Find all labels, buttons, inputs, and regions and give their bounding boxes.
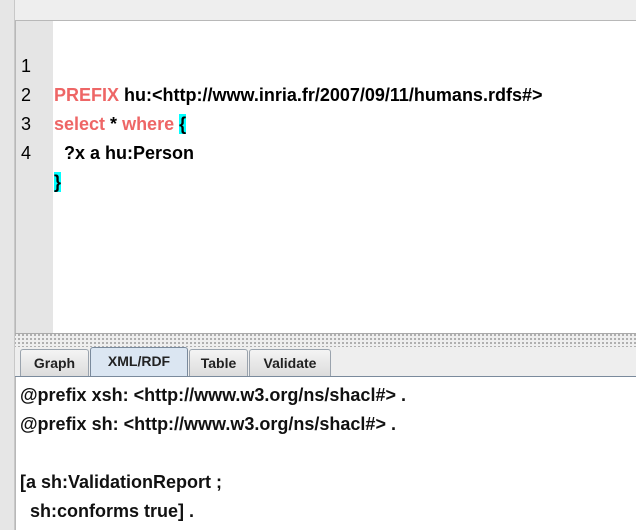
result-output[interactable]: @prefix xsh: <http://www.w3.org/ns/shacl… <box>15 377 636 530</box>
editor-line-1: 1 PREFIX hu:<http://www.inria.fr/2007/09… <box>16 23 542 105</box>
tab-xml-rdf[interactable]: XML/RDF <box>90 347 188 377</box>
tab-graph[interactable]: Graph <box>20 349 89 376</box>
editor-line-3: 3 ?x a hu:Person <box>16 81 194 163</box>
output-line: @prefix xsh: <http://www.w3.org/ns/shacl… <box>20 385 406 405</box>
output-line: sh:conforms true] . <box>20 501 195 521</box>
triple-pattern: ?x a hu:Person <box>54 143 195 163</box>
close-brace-highlight: } <box>54 172 62 192</box>
keyword-select: select <box>54 114 106 134</box>
prefix-declaration: hu:<http://www.inria.fr/2007/09/11/human… <box>119 85 543 105</box>
output-line: [a sh:ValidationReport ; <box>20 472 223 492</box>
result-tabs: Graph XML/RDF Table Validate <box>15 347 636 377</box>
tab-validate[interactable]: Validate <box>249 349 331 376</box>
output-line: @prefix sh: <http://www.w3.org/ns/shacl#… <box>20 414 396 434</box>
tab-table[interactable]: Table <box>189 349 248 376</box>
query-editor[interactable]: 1 PREFIX hu:<http://www.inria.fr/2007/09… <box>15 20 636 334</box>
editor-line-4: 4 } <box>16 110 62 192</box>
editor-line-2: 2 select * where { <box>16 52 187 134</box>
keyword-prefix: PREFIX <box>54 85 120 105</box>
split-pane-divider[interactable] <box>15 333 636 348</box>
line-number: 4 <box>21 143 32 163</box>
select-star: * <box>105 114 123 134</box>
keyword-where: where <box>122 114 175 134</box>
left-panel-edge <box>0 0 15 530</box>
open-brace-highlight: { <box>179 114 187 134</box>
